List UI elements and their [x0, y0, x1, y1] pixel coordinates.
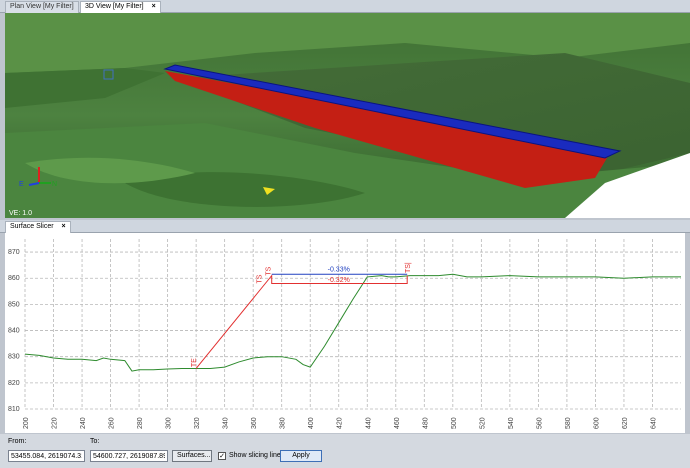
- tab-plan-view-label: Plan View [My Filter]: [10, 3, 74, 10]
- y-tick-label: 810: [8, 406, 20, 413]
- view-tabbar: Plan View [My Filter] 3D View [My Filter…: [0, 0, 690, 13]
- slicer-tabbar: Surface Slicer ×: [0, 220, 690, 233]
- axis-label-east: E: [19, 181, 24, 188]
- x-tick-label: 300: [166, 417, 173, 429]
- y-tick-label: 850: [8, 301, 20, 308]
- chart-annotation: TS: [265, 266, 272, 275]
- series-line-1: [195, 274, 408, 369]
- x-tick-label: 480: [422, 417, 429, 429]
- x-tick-label: 520: [479, 417, 486, 429]
- chart-annotation: TE: [191, 358, 198, 367]
- x-tick-label: 340: [223, 417, 230, 429]
- surfaces-button[interactable]: Surfaces...: [172, 450, 212, 462]
- x-tick-label: 280: [137, 417, 144, 429]
- profile-chart-svg: 200 220 240 260 280 300 320 340 360 380 400 420 440 4…: [8, 239, 681, 429]
- x-tick-label: 420: [337, 417, 344, 429]
- ve-label: VE: 1.0: [9, 210, 32, 217]
- x-tick-label: 260: [109, 417, 116, 429]
- from-coordinates-input[interactable]: [8, 450, 85, 462]
- y-tick-label: 840: [8, 328, 20, 335]
- axis-label-north: N: [52, 181, 57, 188]
- x-tick-label: 220: [52, 417, 59, 429]
- tab-3d-view[interactable]: 3D View [My Filter] ×: [80, 1, 161, 13]
- tab-plan-view[interactable]: Plan View [My Filter]: [5, 1, 79, 13]
- chart-annotation: -0.33%: [328, 267, 350, 274]
- x-tick-label: 320: [194, 417, 201, 429]
- apply-button[interactable]: Apply: [280, 450, 322, 462]
- x-tick-label: 380: [280, 417, 287, 429]
- close-icon[interactable]: ×: [62, 223, 66, 230]
- y-tick-label: 820: [8, 380, 20, 387]
- show-slicing-line-label: Show slicing line: [229, 452, 281, 459]
- x-tick-label: 540: [508, 417, 515, 429]
- surface-slicer-chart[interactable]: 200 220 240 260 280 300 320 340 360 380 400 420 440 4…: [5, 233, 685, 433]
- x-tick-label: 620: [622, 417, 629, 429]
- y-tick-label: 830: [8, 354, 20, 361]
- slicer-toolbar: From: To: Surfaces... ✓ Show slicing lin…: [0, 434, 690, 468]
- x-tick-label: 200: [23, 417, 30, 429]
- to-label: To:: [90, 438, 100, 445]
- x-tick-label: 400: [308, 417, 315, 429]
- y-tick-label: 870: [8, 249, 20, 256]
- show-slicing-line-checkbox[interactable]: ✓: [218, 452, 226, 460]
- x-tick-label: 440: [365, 417, 372, 429]
- 3d-scene: E N VE: 1.0: [5, 13, 690, 218]
- x-tick-label: 500: [451, 417, 458, 429]
- x-tick-label: 580: [565, 417, 572, 429]
- chart-annotation: -0.32%: [328, 277, 350, 284]
- chart-annotation: TS: [257, 274, 264, 283]
- chart-annotation: TS|: [405, 262, 412, 273]
- tab-surface-slicer[interactable]: Surface Slicer ×: [5, 221, 71, 233]
- tab-surface-slicer-label: Surface Slicer: [10, 223, 54, 230]
- close-icon[interactable]: ×: [152, 3, 156, 10]
- 3d-viewport[interactable]: E N VE: 1.0: [5, 13, 690, 218]
- from-label: From:: [8, 438, 27, 445]
- x-tick-label: 640: [650, 417, 657, 429]
- x-tick-label: 460: [394, 417, 401, 429]
- x-tick-label: 600: [593, 417, 600, 429]
- to-coordinates-input[interactable]: [90, 450, 168, 462]
- y-tick-label: 860: [8, 275, 20, 282]
- tab-3d-view-label: 3D View [My Filter]: [85, 3, 144, 10]
- x-tick-label: 240: [80, 417, 87, 429]
- x-tick-label: 360: [251, 417, 258, 429]
- x-tick-label: 560: [536, 417, 543, 429]
